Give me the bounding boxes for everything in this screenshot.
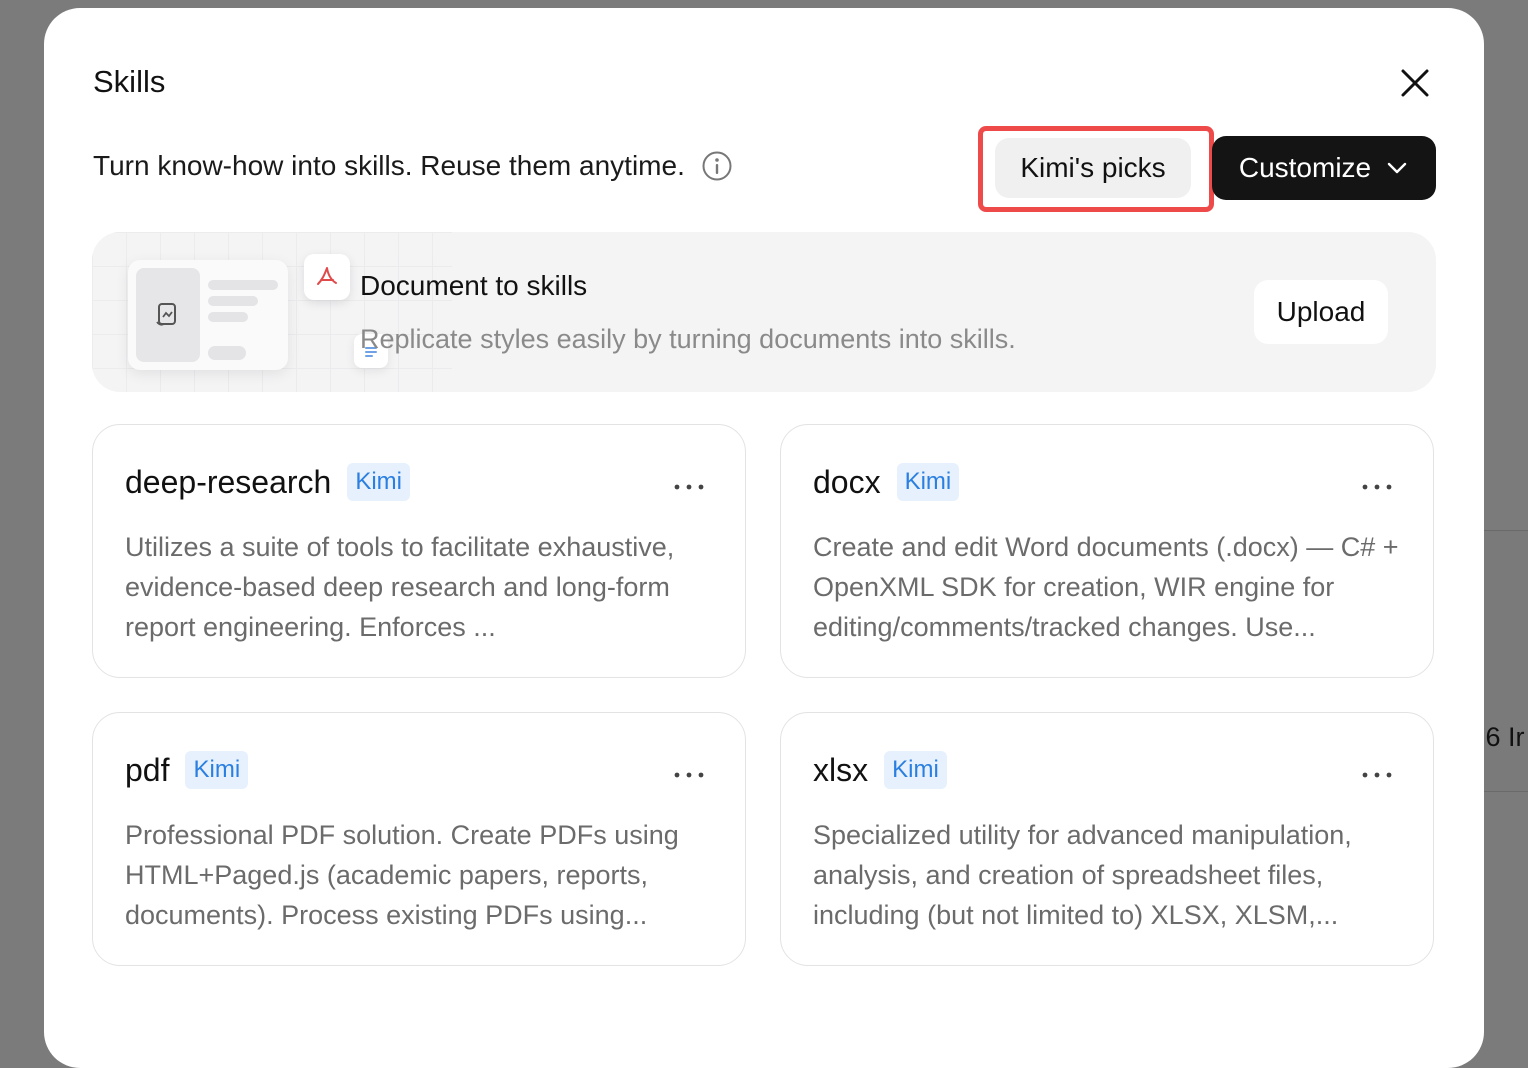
more-icon[interactable] bbox=[671, 769, 707, 781]
document-icon bbox=[156, 303, 176, 326]
doc-line bbox=[208, 312, 248, 322]
kimis-picks-button[interactable]: Kimi's picks bbox=[995, 138, 1191, 198]
skill-description: Create and edit Word documents (.docx) —… bbox=[813, 532, 1399, 642]
banner-title: Document to skills bbox=[360, 270, 588, 301]
customize-button[interactable]: Customize bbox=[1212, 136, 1436, 200]
doc-preview bbox=[136, 268, 200, 362]
skill-name: pdf bbox=[125, 751, 170, 788]
skill-name: docx bbox=[813, 463, 881, 500]
skill-name: xlsx bbox=[813, 751, 869, 788]
info-icon[interactable] bbox=[701, 150, 733, 182]
skill-card-docx[interactable]: docx Kimi Create and edit Word documents… bbox=[780, 424, 1434, 678]
skill-card-header: pdf Kimi bbox=[125, 751, 249, 789]
skill-card-deep-research[interactable]: deep-research Kimi Utilizes a suite of t… bbox=[92, 424, 746, 678]
background-partial-text: .6 Ir bbox=[1478, 722, 1525, 752]
close-icon[interactable] bbox=[1394, 62, 1436, 104]
customize-label: Customize bbox=[1238, 152, 1372, 183]
skills-modal: Skills Turn know-how into skills. Reuse … bbox=[44, 8, 1484, 1068]
pdf-badge bbox=[304, 254, 350, 300]
doc-line bbox=[208, 296, 258, 306]
kimi-tag: Kimi bbox=[347, 463, 411, 501]
document-to-skills-banner: Document to skills Replicate styles easi… bbox=[92, 232, 1436, 392]
more-icon[interactable] bbox=[1359, 769, 1395, 781]
document-illustration bbox=[128, 260, 288, 370]
skill-name: deep-research bbox=[125, 463, 332, 500]
skill-card-header: deep-research Kimi bbox=[125, 463, 411, 501]
more-icon[interactable] bbox=[671, 481, 707, 493]
subtitle-row: Turn know-how into skills. Reuse them an… bbox=[93, 150, 733, 182]
chevron-down-icon bbox=[1387, 162, 1407, 174]
kimi-tag: Kimi bbox=[185, 751, 249, 789]
modal-subtitle: Turn know-how into skills. Reuse them an… bbox=[93, 150, 685, 181]
kimi-tag: Kimi bbox=[884, 751, 947, 789]
skill-card-header: docx Kimi bbox=[813, 463, 960, 501]
more-icon[interactable] bbox=[1359, 481, 1395, 493]
skill-card-xlsx[interactable]: xlsx Kimi Specialized utility for advanc… bbox=[780, 712, 1434, 966]
skill-description: Specialized utility for advanced manipul… bbox=[813, 820, 1352, 930]
upload-button[interactable]: Upload bbox=[1254, 280, 1388, 344]
modal-title: Skills bbox=[93, 64, 166, 99]
skill-card-pdf[interactable]: pdf Kimi Professional PDF solution. Crea… bbox=[92, 712, 746, 966]
pdf-icon bbox=[317, 267, 337, 285]
skill-description: Professional PDF solution. Create PDFs u… bbox=[125, 820, 679, 930]
skill-card-header: xlsx Kimi bbox=[813, 751, 947, 789]
banner-description: Replicate styles easily by turning docum… bbox=[360, 324, 1016, 354]
skill-description: Utilizes a suite of tools to facilitate … bbox=[125, 532, 675, 642]
doc-line bbox=[208, 346, 246, 360]
doc-line bbox=[208, 280, 278, 290]
kimi-tag: Kimi bbox=[896, 463, 960, 501]
